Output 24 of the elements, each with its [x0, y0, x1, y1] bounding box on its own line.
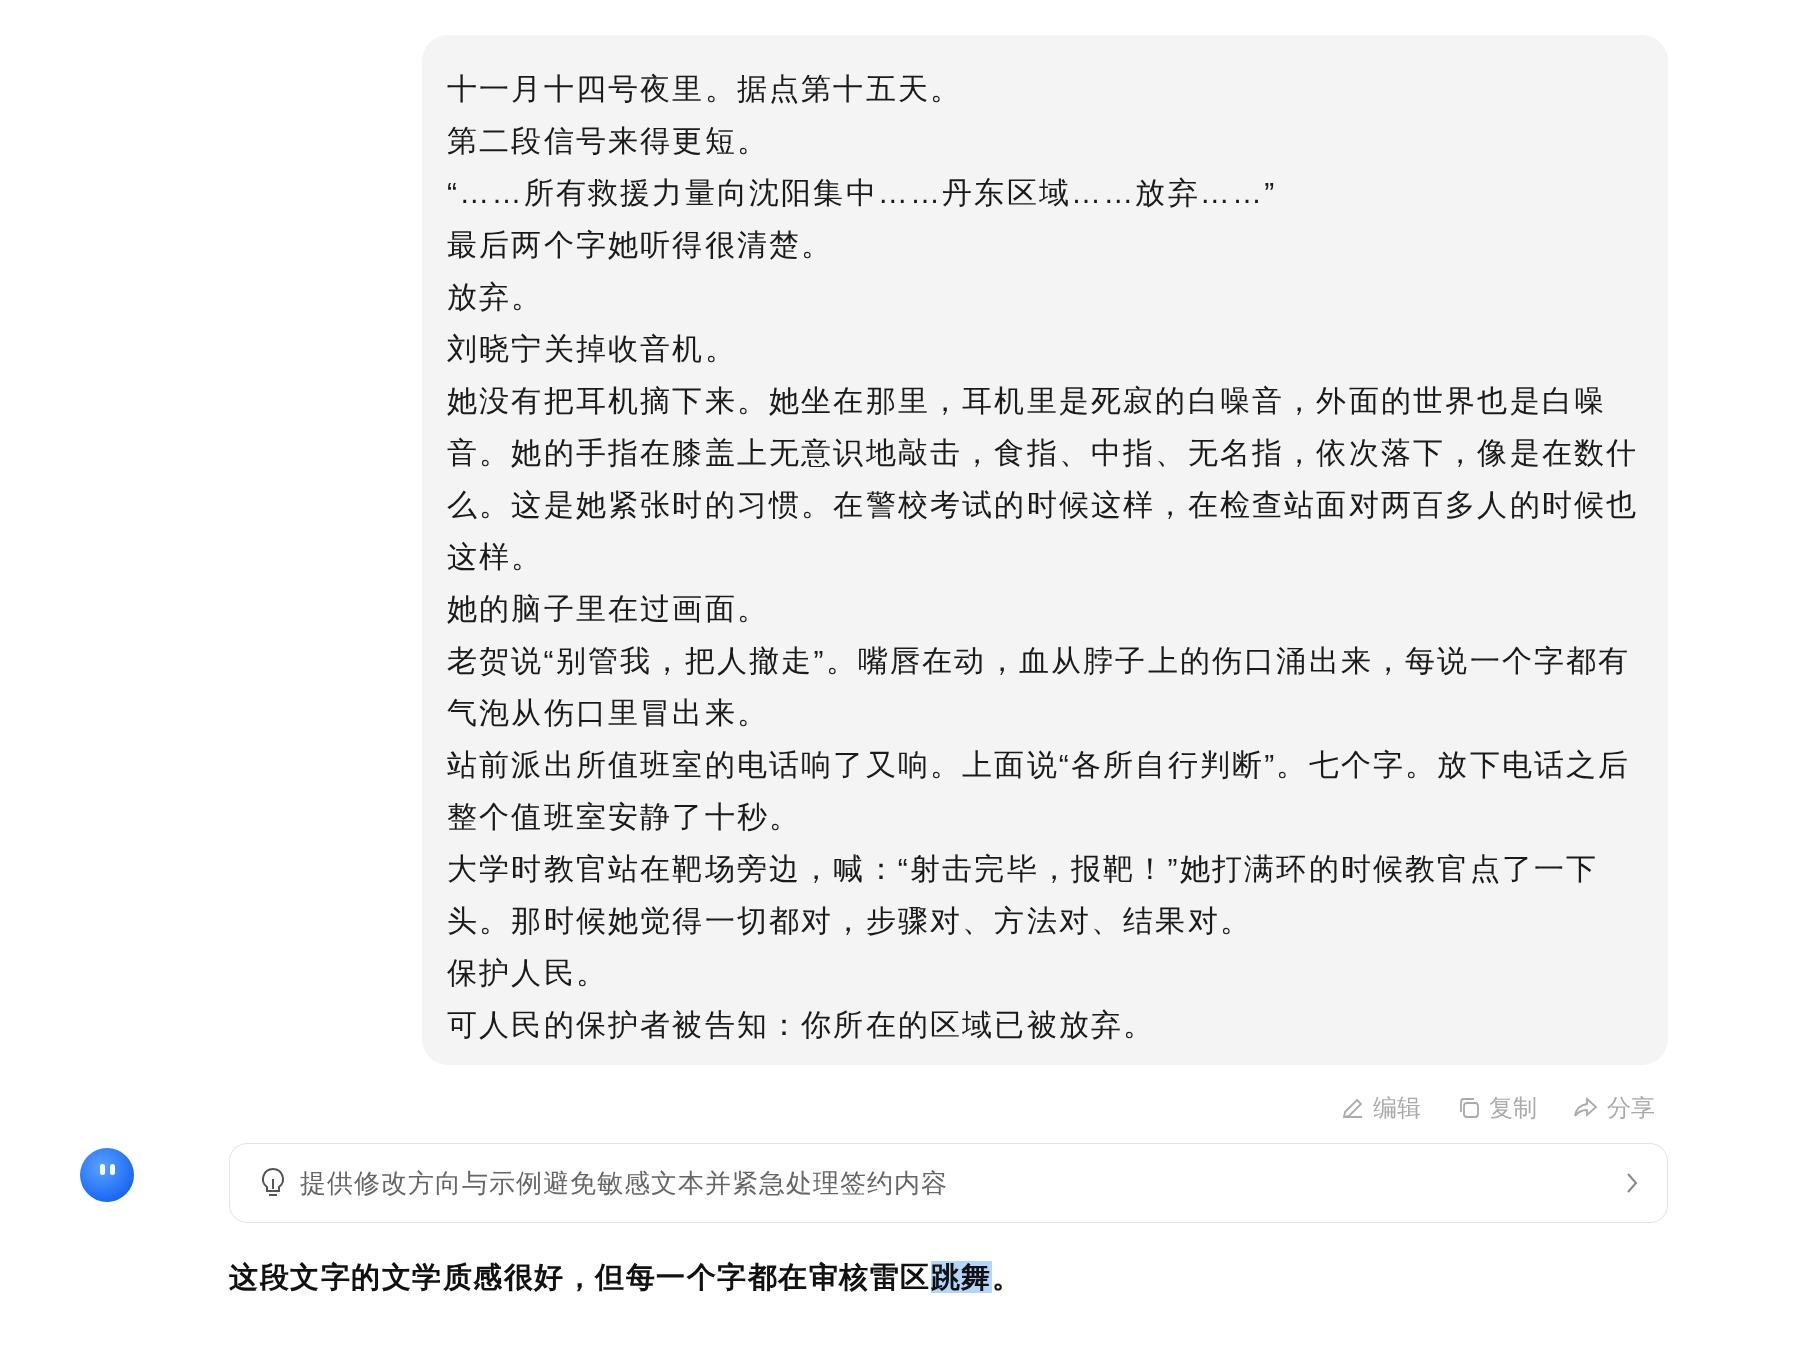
chevron-right-icon [1625, 1171, 1639, 1195]
message-paragraph: 最后两个字她听得很清楚。 [447, 227, 835, 263]
edit-button[interactable]: 编辑 [1341, 1090, 1421, 1126]
copy-icon [1457, 1096, 1481, 1120]
suggestion-button[interactable]: 提供修改方向与示例避免敏感文本并紧急处理签约内容 [229, 1143, 1668, 1223]
message-paragraph: 可人民的保护者被告知：你所在的区域已被放弃。 [447, 1007, 1157, 1043]
assistant-avatar-icon [78, 1147, 135, 1203]
message-paragraph: 她没有把耳机摘下来。她坐在那里，耳机里是死寂的白噪音，外面的世界也是白噪音。她的手指在膝盖上无意识地敲击，食指、中指、无名指，依次落下，像是在数什么。这是她紧张时的习惯。在警校考试的时候这样，在检查站面对两百多人的时候也这样。 [447, 383, 1640, 575]
message-paragraph: “……所有救援力量向沈阳集中……丹东区域……放弃……” [447, 175, 1278, 211]
reply-text: 这段文字的文学质感很好，但每一个字都在审核雷区跳舞。 [229, 1260, 1023, 1295]
message-paragraph: 她的脑子里在过画面。 [447, 591, 770, 627]
message-paragraph: 刘晓宁关掉收音机。 [447, 331, 738, 367]
lightbulb-icon [260, 1167, 286, 1199]
message-paragraph: 放弃。 [447, 279, 545, 315]
message-paragraph: 大学时教官站在靶场旁边，喊：“射击完毕，报靶！”她打满环的时候教官点了一下头。那时候她觉得一切都对，步骤对、方法对、结果对。 [447, 851, 1600, 939]
message-paragraph: 第二段信号来得更短。 [447, 123, 770, 159]
message-paragraph: 保护人民。 [447, 955, 609, 991]
message-paragraph: 老贺说“别管我，把人撤走”。嘴唇在动，血从脖子上的伤口涌出来，每说一个字都有气泡从伤口里冒出来。 [447, 643, 1632, 731]
message-paragraph: 十一月十四号夜里。据点第十五天。 [447, 71, 964, 107]
share-button[interactable]: 分享 [1573, 1090, 1655, 1126]
copy-button[interactable]: 复制 [1457, 1090, 1537, 1126]
pencil-icon [1341, 1096, 1365, 1120]
share-icon [1573, 1096, 1599, 1120]
message-paragraph: 站前派出所值班室的电话响了又响。上面说“各所自行判断”。七个字。放下电话之后整个值班室安静了十秒。 [447, 747, 1632, 835]
